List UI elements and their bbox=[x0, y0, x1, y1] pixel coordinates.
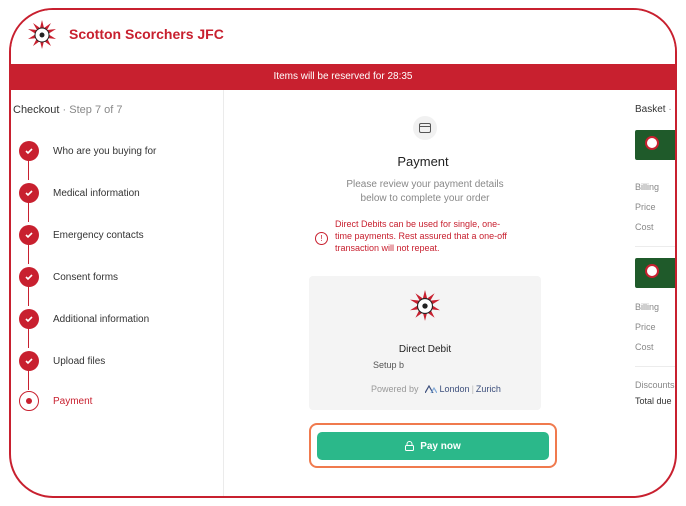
checkout-label: Checkout bbox=[13, 104, 60, 116]
warning-text: Direct Debits can be used for single, on… bbox=[335, 219, 507, 253]
step-label: Who are you buying for bbox=[53, 145, 157, 157]
check-icon bbox=[19, 225, 39, 245]
checkout-sidebar: Checkout · Step 7 of 7 Who are you buyin… bbox=[11, 90, 224, 496]
step-consent-forms[interactable]: Consent forms bbox=[19, 266, 118, 288]
divider bbox=[635, 366, 675, 367]
lock-icon bbox=[405, 441, 415, 451]
direct-debit-subtitle: Setup b bbox=[373, 360, 405, 370]
step-who-are-you-buying-for[interactable]: Who are you buying for bbox=[19, 140, 156, 162]
billing-label: Billing bbox=[635, 182, 660, 192]
billing-label: Billing bbox=[635, 302, 660, 312]
reservation-banner: Items will be reserved for 28:35 bbox=[11, 64, 675, 90]
step-label: Medical information bbox=[53, 187, 140, 199]
info-icon: ! bbox=[315, 232, 328, 245]
football-icon bbox=[645, 136, 659, 150]
total-due-label: Total due bbox=[635, 396, 672, 406]
club-badge-icon[interactable] bbox=[27, 20, 57, 50]
check-icon bbox=[19, 309, 39, 329]
provider-brand: London | Zurich bbox=[424, 384, 501, 394]
step-label: Additional information bbox=[53, 313, 150, 325]
step-medical-information[interactable]: Medical information bbox=[19, 182, 140, 204]
direct-debit-card[interactable]: Direct Debit Setup b Powered by London | Z… bbox=[309, 276, 541, 410]
basket-item-thumbnail bbox=[635, 258, 675, 288]
basket-panel: Basket · 2 Billing Price Cost Billing Pr… bbox=[623, 90, 675, 496]
football-icon bbox=[645, 264, 659, 278]
club-badge-icon bbox=[410, 290, 440, 321]
basket-label: Basket bbox=[635, 104, 666, 115]
current-step-icon bbox=[19, 391, 39, 411]
provider-name-2: Zurich bbox=[475, 384, 501, 394]
step-connector bbox=[28, 370, 29, 390]
provider-logo-icon bbox=[424, 385, 437, 393]
step-connector bbox=[28, 286, 29, 306]
checkout-title: Checkout · Step 7 of 7 bbox=[13, 104, 122, 116]
step-label: Payment bbox=[53, 395, 93, 407]
step-connector bbox=[28, 328, 29, 348]
top-bar: Scotton Scorchers JFC bbox=[11, 10, 675, 64]
price-label: Price bbox=[635, 322, 656, 332]
step-payment[interactable]: Payment bbox=[19, 390, 92, 412]
direct-debit-warning: ! Direct Debits can be used for single, … bbox=[315, 218, 513, 254]
basket-item-thumbnail bbox=[635, 130, 675, 160]
step-label: Emergency contacts bbox=[53, 229, 144, 241]
check-icon bbox=[19, 351, 39, 371]
check-icon bbox=[19, 141, 39, 161]
cost-label: Cost bbox=[635, 342, 654, 352]
powered-by-label: Powered by bbox=[371, 384, 419, 394]
step-label: Upload files bbox=[53, 355, 106, 367]
step-connector bbox=[28, 202, 29, 222]
cost-label: Cost bbox=[635, 222, 654, 232]
step-emergency-contacts[interactable]: Emergency contacts bbox=[19, 224, 144, 246]
payment-description: Please review your payment details below… bbox=[346, 179, 504, 204]
direct-debit-title: Direct Debit bbox=[398, 344, 452, 355]
divider bbox=[635, 246, 675, 247]
club-name[interactable]: Scotton Scorchers JFC bbox=[69, 26, 224, 42]
price-label: Price bbox=[635, 202, 656, 212]
step-counter: · Step 7 of 7 bbox=[59, 104, 123, 116]
check-icon bbox=[19, 183, 39, 203]
browser-frame: Scotton Scorchers JFC Items will be rese… bbox=[9, 8, 677, 498]
step-connector bbox=[28, 244, 29, 264]
basket-title: Basket · 2 bbox=[635, 104, 675, 115]
card-icon bbox=[413, 116, 437, 140]
powered-by: Powered by London | Zurich bbox=[371, 384, 501, 394]
provider-name-1: London bbox=[439, 384, 470, 394]
pay-now-button[interactable]: Pay now bbox=[317, 432, 549, 460]
basket-count: · 2 bbox=[668, 104, 675, 115]
pay-now-label: Pay now bbox=[420, 440, 461, 452]
step-additional-information[interactable]: Additional information bbox=[19, 308, 149, 330]
step-upload-files[interactable]: Upload files bbox=[19, 350, 105, 372]
step-connector bbox=[28, 160, 29, 180]
check-icon bbox=[19, 267, 39, 287]
discounts-label: Discounts bbox=[635, 380, 675, 390]
payment-title: Payment bbox=[397, 154, 449, 169]
step-label: Consent forms bbox=[53, 271, 119, 283]
payment-panel: Payment Please review your payment detai… bbox=[223, 90, 623, 496]
